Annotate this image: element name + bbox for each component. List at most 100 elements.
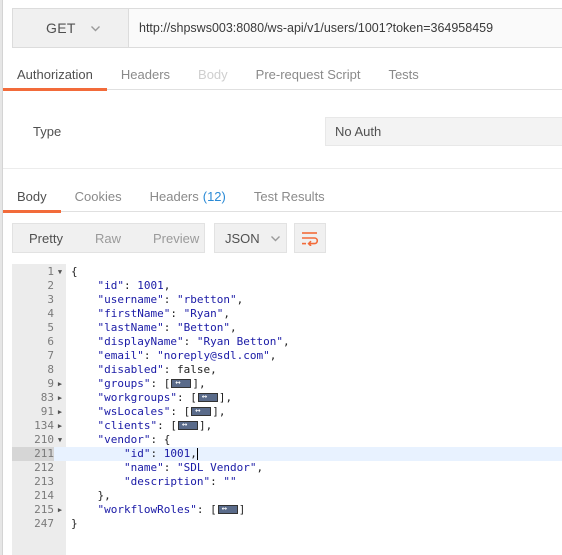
auth-type-select[interactable]: No Auth: [325, 117, 562, 146]
response-tab-test-results[interactable]: Test Results: [240, 180, 339, 212]
code-line: 213 "description": "": [12, 475, 562, 489]
code-line: 134▶ "clients": [],: [12, 418, 562, 433]
line-number: 214: [34, 489, 54, 502]
json-value: 1001: [137, 279, 164, 292]
line-number: 2: [47, 279, 54, 292]
code-line: 214 },: [12, 489, 562, 503]
line-number: 1: [47, 265, 54, 278]
code-text: "workflowRoles": []: [71, 502, 246, 517]
fold-open-icon[interactable]: ▼: [56, 265, 64, 279]
code-text: {: [71, 265, 78, 279]
collapsed-block-marker[interactable]: [177, 418, 198, 432]
collapsed-block-marker[interactable]: [171, 376, 192, 390]
line-number: 3: [47, 293, 54, 306]
line-number: 6: [47, 335, 54, 348]
format-select[interactable]: JSON: [214, 223, 287, 253]
fold-open-icon[interactable]: ▼: [56, 433, 64, 447]
json-punct: :: [163, 461, 177, 474]
code-text: "id": 1001,: [71, 447, 198, 461]
code-line: 83▶ "workgroups": [],: [12, 390, 562, 405]
tab-label: Tests: [388, 66, 419, 82]
code-text: "firstName": "Ryan",: [71, 307, 230, 321]
json-punct: ],: [218, 391, 233, 404]
code-line: 1 ▼ {: [12, 265, 562, 279]
json-key: "vendor": [97, 433, 151, 446]
view-mode-raw-button[interactable]: Raw: [79, 224, 137, 252]
code-text: }: [71, 517, 78, 531]
code-line: 3 "username": "rbetton",: [12, 293, 562, 307]
response-body-editor[interactable]: 1 ▼{2 "id": 1001, 3 "username": "rbetton",…: [12, 264, 562, 555]
collapsed-block-marker[interactable]: [191, 404, 212, 418]
json-key: "workgroups": [97, 391, 177, 404]
json-key: "clients": [97, 419, 158, 432]
code-text: "description": "": [71, 475, 237, 489]
code-text: "lastName": "Betton",: [71, 321, 237, 335]
code-line: 211 "id": 1001,: [12, 447, 562, 461]
tab-label: Cookies: [74, 188, 122, 204]
json-key: "workflowRoles": [97, 503, 197, 516]
wrap-lines-button[interactable]: [294, 223, 326, 253]
line-number: 247: [34, 517, 54, 530]
json-key: "id": [123, 447, 151, 460]
tab-label: Body: [198, 66, 228, 82]
json-punct: : [: [176, 391, 197, 404]
code-line: 9▶ "groups": [],: [12, 376, 562, 391]
tab-authorization[interactable]: Authorization: [3, 58, 107, 91]
json-value: "Betton": [176, 321, 230, 334]
code-line: 91▶ "wsLocales": [],: [12, 404, 562, 419]
section-divider: [3, 168, 562, 169]
json-punct: {: [71, 265, 78, 278]
json-key: "displayName": [97, 335, 184, 348]
method-select[interactable]: GET: [12, 8, 128, 48]
line-number: 210: [34, 433, 54, 446]
collapsed-block-marker[interactable]: [197, 390, 218, 404]
view-mode-preview-button[interactable]: Preview: [137, 224, 215, 252]
json-key: "username": [97, 293, 164, 306]
response-tab-headers[interactable]: Headers (12): [136, 180, 240, 212]
json-punct: : [: [157, 419, 177, 432]
code-line: 215▶ "workflowRoles": []: [12, 502, 562, 517]
text-cursor: [196, 448, 198, 460]
json-value: 1001: [163, 447, 191, 460]
json-punct: : false,: [163, 363, 217, 376]
fold-closed-icon[interactable]: ▶: [56, 377, 64, 391]
code-line: 210 ▼ "vendor": {: [12, 433, 562, 447]
tab-headers[interactable]: Headers: [107, 58, 184, 90]
response-tab-body[interactable]: Body: [3, 180, 61, 213]
json-punct: ,: [236, 293, 244, 306]
response-tab-cookies[interactable]: Cookies: [61, 180, 136, 212]
fold-closed-icon[interactable]: ▶: [56, 391, 64, 405]
collapsed-block-marker[interactable]: [217, 502, 238, 516]
code-line: 2 "id": 1001,: [12, 279, 562, 293]
fold-closed-icon[interactable]: ▶: [56, 503, 64, 517]
code-text: "workgroups": [],: [71, 390, 233, 405]
code-text: "email": "noreply@sdl.com",: [71, 349, 277, 363]
json-punct: :: [150, 447, 164, 460]
code-text: "name": "SDL Vendor",: [71, 461, 263, 475]
tab-label: Pre-request Script: [255, 66, 361, 82]
json-punct: ,: [190, 447, 197, 460]
json-punct: : {: [150, 433, 171, 446]
fold-closed-icon[interactable]: ▶: [56, 419, 64, 433]
view-mode-pretty-button[interactable]: Pretty: [13, 224, 79, 252]
line-number: 83: [40, 391, 54, 404]
chevron-down-icon: [90, 25, 100, 31]
json-key: "name": [123, 461, 164, 474]
json-punct: ,: [163, 279, 171, 292]
json-punct: :: [143, 349, 158, 362]
format-label: JSON: [225, 230, 260, 246]
tab-body: Body: [184, 58, 242, 90]
url-input[interactable]: http://shpsws003:8080/ws-api/v1/users/10…: [128, 8, 562, 48]
line-number: 5: [47, 321, 54, 334]
tab-tests[interactable]: Tests: [374, 58, 432, 90]
request-bar: GET http://shpsws003:8080/ws-api/v1/user…: [12, 8, 562, 48]
code-line: 4 "firstName": "Ryan",: [12, 307, 562, 321]
json-punct: : [: [196, 503, 217, 516]
fold-closed-icon[interactable]: ▶: [56, 405, 64, 419]
code-line: 212 "name": "SDL Vendor",: [12, 461, 562, 475]
line-number: 134: [34, 419, 54, 432]
auth-type-value: No Auth: [335, 124, 382, 139]
tab-pre-request-script[interactable]: Pre-request Script: [242, 58, 375, 90]
json-value: "": [223, 475, 237, 488]
url-text: http://shpsws003:8080/ws-api/v1/users/10…: [139, 21, 494, 35]
